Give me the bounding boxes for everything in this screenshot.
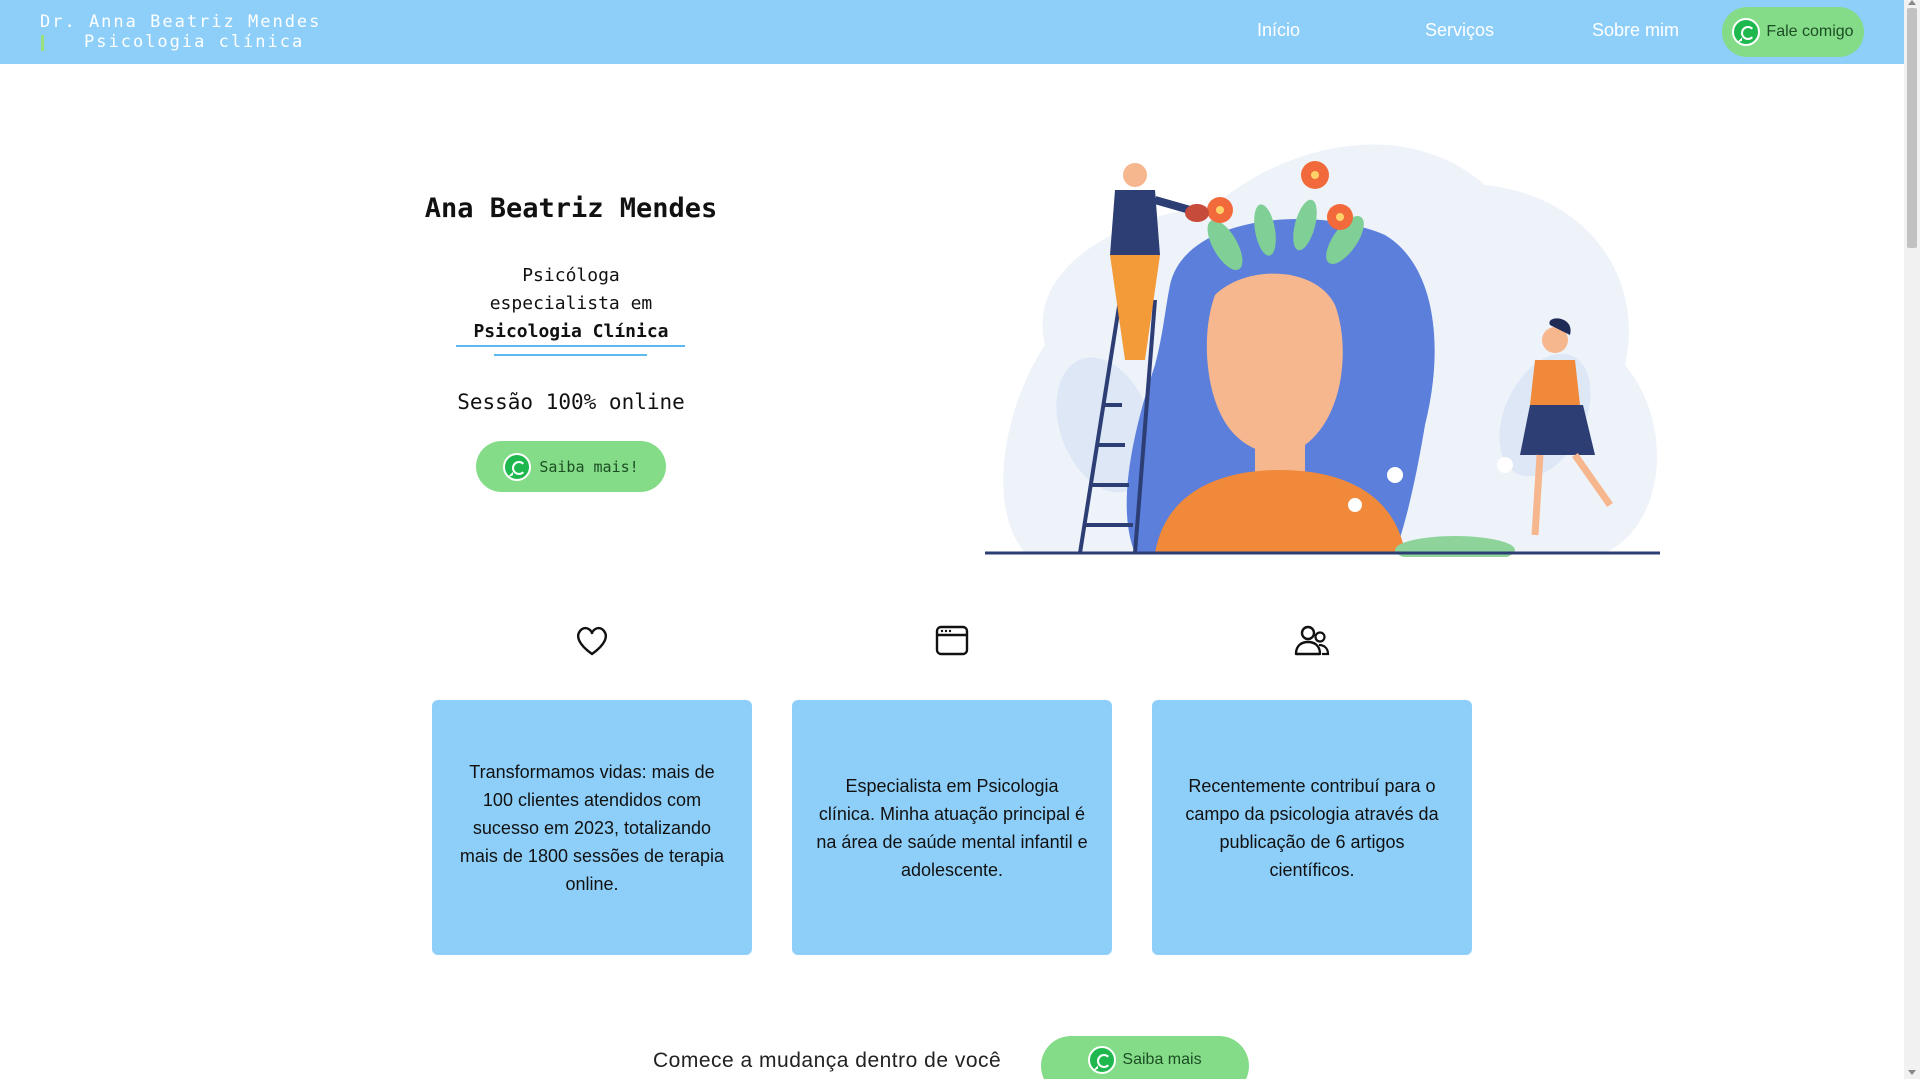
online-session-text: Sessão 100% online [457,390,685,414]
browser-window-icon [935,625,969,656]
saiba-mais-hero-label: Saiba mais! [539,457,639,476]
feature-card-text: Transformamos vidas: mais de 100 cliente… [459,761,725,894]
hero-subtitle-line2: especialista em [489,293,653,314]
mental-health-illustration [985,144,1660,557]
whatsapp-icon [503,452,532,481]
nav-link-inicio[interactable]: Início [1257,20,1300,41]
saiba-mais-cta-button[interactable]: Saiba mais [1041,1036,1249,1079]
fale-comigo-button[interactable]: Fale comigo [1722,7,1864,57]
hero-subtitle-line3: Psicologia Clínica [473,321,669,342]
whatsapp-icon [1088,1046,1117,1074]
whatsapp-icon [1732,18,1761,46]
nav-link-sobre-mim[interactable]: Sobre mim [1592,20,1679,41]
saiba-mais-hero-button[interactable]: Saiba mais! [476,441,666,492]
fale-comigo-label: Fale comigo [1766,23,1854,40]
brand-specialty: Psicologia clínica [84,32,305,52]
hero-subtitle: Psicóloga especialista em Psicologia Clí… [420,262,722,346]
top-navbar: Dr. Anna Beatriz Mendes Psicologia clíni… [0,0,1904,64]
brand-name: Dr. Anna Beatriz Mendes [40,12,322,32]
saiba-mais-cta-label: Saiba mais [1122,1051,1202,1068]
feature-card-especialidade: Especialista em Psicologia clínica. Minh… [792,700,1112,955]
users-icon [1294,625,1330,656]
heart-icon [577,626,607,656]
hero-name: Ana Beatriz Mendes [424,193,718,224]
scroll-up-arrow-icon[interactable] [1908,0,1916,5]
feature-card-artigos: Recentemente contribuí para o campo da p… [1152,700,1472,955]
divider-line [456,345,685,347]
hero-subtitle-line1: Psicóloga [522,265,620,286]
feature-card-clientes: Transformamos vidas: mais de 100 cliente… [432,700,752,955]
brand-logo[interactable]: Dr. Anna Beatriz Mendes Psicologia clíni… [40,12,321,52]
cta-heading: Comece a mudança dentro de você [653,1049,1002,1072]
divider-line [494,354,647,356]
brand-accent-bar [41,35,44,51]
scrollbar-thumb[interactable] [1907,8,1917,248]
nav-link-servicos[interactable]: Serviços [1425,20,1494,41]
feature-card-text: Recentemente contribuí para o campo da p… [1185,775,1439,880]
feature-card-text: Especialista em Psicologia clínica. Minh… [816,775,1088,880]
scroll-down-arrow-icon[interactable] [1908,1070,1916,1075]
